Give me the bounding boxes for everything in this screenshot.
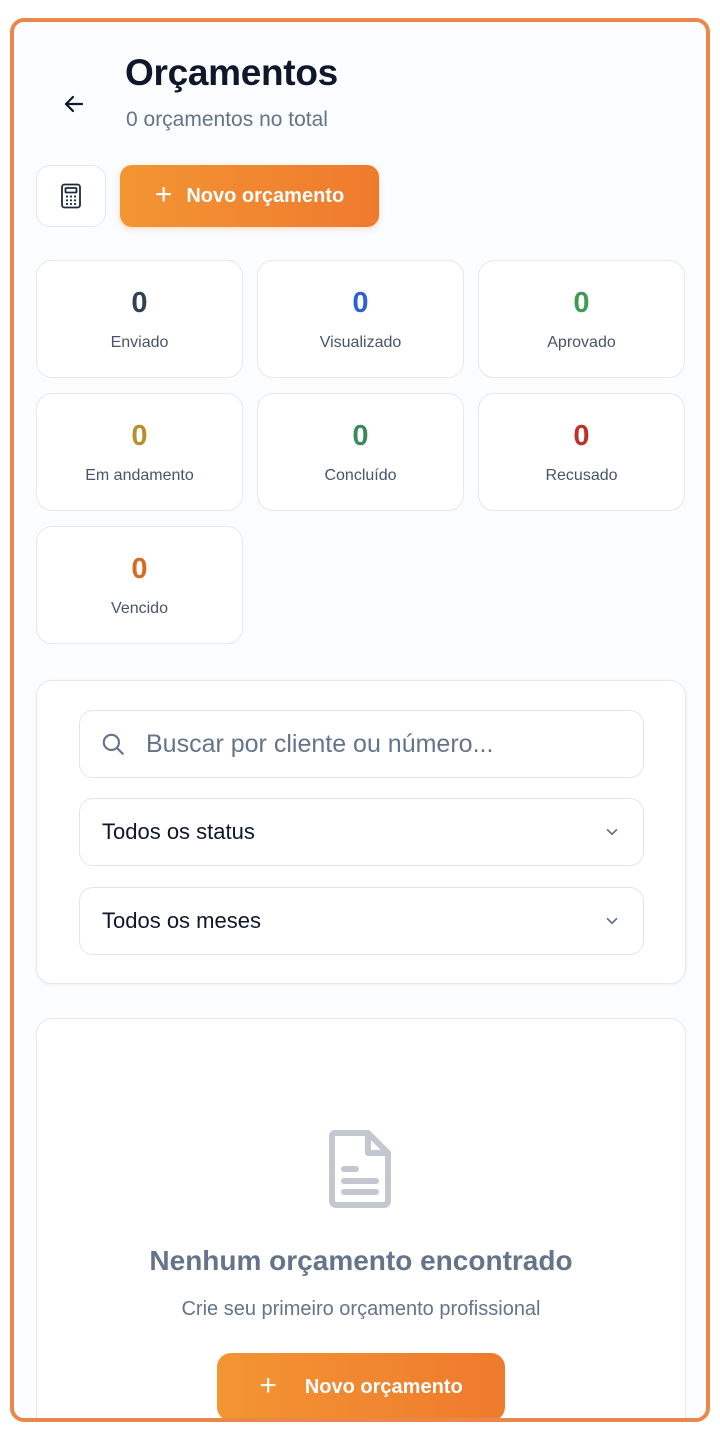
empty-new-budget-button[interactable]: + Novo orçamento xyxy=(217,1353,505,1418)
stat-value: 0 xyxy=(352,420,369,452)
empty-new-budget-label: Novo orçamento xyxy=(304,1375,463,1398)
stat-label: Visualizado xyxy=(319,334,402,351)
stat-value: 0 xyxy=(131,553,148,585)
stat-card-aprovado[interactable]: 0 Aprovado xyxy=(478,260,685,378)
month-select-value: Todos os meses xyxy=(102,908,261,933)
stat-label: Em andamento xyxy=(85,467,194,484)
stat-card-concluido[interactable]: 0 Concluído xyxy=(257,393,464,511)
stat-label: Recusado xyxy=(545,467,618,484)
stat-card-vencido[interactable]: 0 Vencido xyxy=(36,526,243,644)
calculator-icon xyxy=(61,183,81,209)
stat-label: Aprovado xyxy=(547,334,616,351)
page-subtitle: 0 orçamentos no total xyxy=(126,108,328,131)
new-budget-label: Novo orçamento xyxy=(186,184,345,207)
back-button[interactable] xyxy=(56,86,92,122)
stat-card-enviado[interactable]: 0 Enviado xyxy=(36,260,243,378)
status-select[interactable]: Todos os status xyxy=(79,798,644,866)
month-select[interactable]: Todos os meses xyxy=(79,887,644,955)
stat-value: 0 xyxy=(573,287,590,319)
document-icon xyxy=(328,1130,391,1208)
empty-state-card: Nenhum orçamento encontrado Crie seu pri… xyxy=(36,1018,686,1418)
stat-value: 0 xyxy=(131,287,148,319)
stat-label: Vencido xyxy=(111,600,168,617)
plus-icon: + xyxy=(259,1368,277,1402)
status-select-value: Todos os status xyxy=(102,819,255,844)
plus-icon: + xyxy=(154,177,173,211)
chevron-down-icon xyxy=(606,828,618,836)
search-input[interactable]: Buscar por cliente ou número... xyxy=(79,710,644,778)
search-placeholder: Buscar por cliente ou número... xyxy=(146,729,494,758)
stat-value: 0 xyxy=(131,420,148,452)
stat-card-visualizado[interactable]: 0 Visualizado xyxy=(257,260,464,378)
stat-value: 0 xyxy=(352,287,369,319)
calculator-button[interactable] xyxy=(36,165,106,227)
new-budget-button[interactable]: + Novo orçamento xyxy=(120,165,379,227)
stat-label: Enviado xyxy=(110,334,169,351)
stat-label: Concluído xyxy=(324,467,397,484)
stat-card-em-andamento[interactable]: 0 Em andamento xyxy=(36,393,243,511)
arrow-left-icon xyxy=(64,95,84,113)
stat-card-recusado[interactable]: 0 Recusado xyxy=(478,393,685,511)
stat-value: 0 xyxy=(573,420,590,452)
page-title: Orçamentos xyxy=(125,52,338,93)
search-icon xyxy=(102,733,124,755)
chevron-down-icon xyxy=(606,917,618,925)
empty-state-title: Nenhum orçamento encontrado xyxy=(149,1245,573,1276)
filter-panel: Buscar por cliente ou número... Todos os… xyxy=(36,680,686,984)
empty-state-subtitle: Crie seu primeiro orçamento profissional xyxy=(181,1298,541,1320)
app-frame: Orçamentos 0 orçamentos no total + Novo … xyxy=(10,18,710,1422)
